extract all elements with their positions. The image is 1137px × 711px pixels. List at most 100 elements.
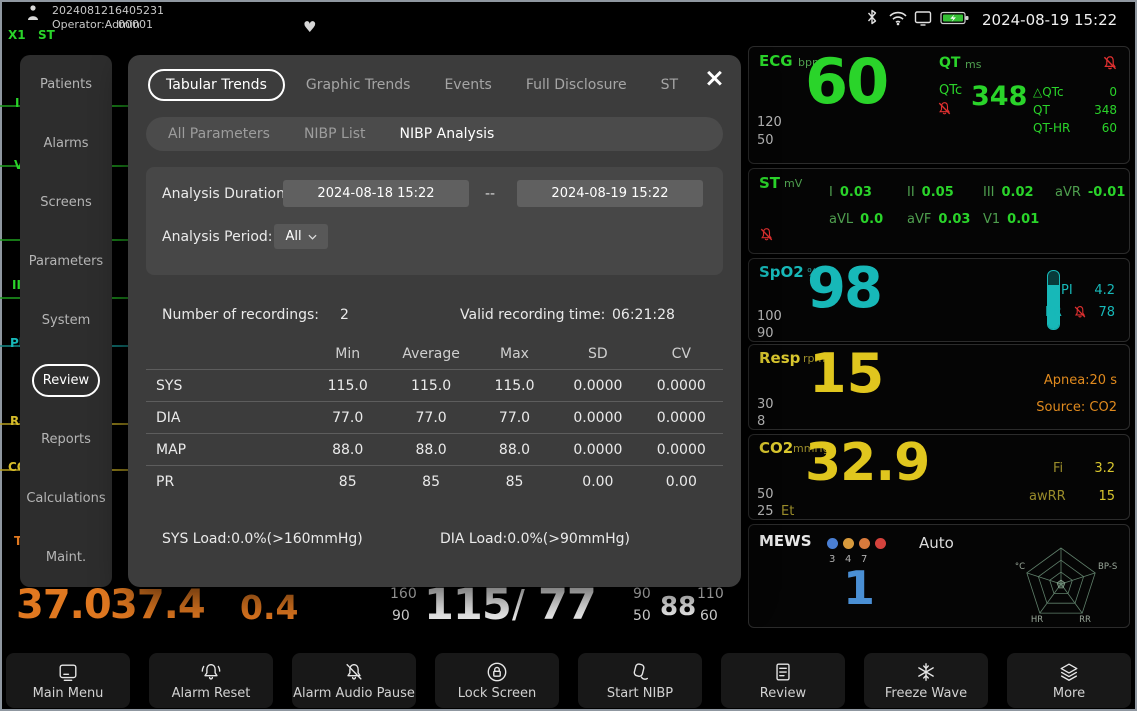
alarm-audio-pause-button[interactable]: Alarm Audio Pause <box>292 653 416 708</box>
spo2-tile[interactable]: SpO2 % 98 100 90 PI 4.2 PR 78 <box>748 258 1130 342</box>
fi-value: 3.2 <box>1094 461 1115 476</box>
nibp-sys-limit-low: 90 <box>392 608 410 624</box>
analysis-period-value: All <box>285 229 301 244</box>
ecg-tile[interactable]: ECG bpm 60 120 50 QT ms QTc 348 △QTc 0 Q… <box>748 46 1130 164</box>
more-icon <box>1058 660 1080 684</box>
main-menu-button[interactable]: Main Menu <box>6 653 130 708</box>
table-cell: 77.0 <box>306 410 389 426</box>
resp-value: 15 <box>809 347 884 401</box>
close-icon[interactable]: × <box>704 65 725 90</box>
wave-gain-label: X1 <box>8 28 26 42</box>
freeze-wave-button[interactable]: Freeze Wave <box>864 653 988 708</box>
analysis-period-label: Analysis Period: <box>162 229 273 245</box>
nibp-map-limit-low: 50 <box>633 608 651 624</box>
tab-st[interactable]: ST <box>648 70 689 100</box>
patient-id: 00001 <box>118 18 153 31</box>
st-alarm-off-icon <box>759 227 774 242</box>
recordings-value: 2 <box>340 307 349 323</box>
table-header-max: Max <box>473 346 556 362</box>
table-header-average: Average <box>389 346 472 362</box>
mews-label: MEWS <box>759 532 812 550</box>
nibp-subtab-bar: All Parameters NIBP List NIBP Analysis <box>146 117 723 151</box>
st-lead: aVL0.0 <box>829 212 883 227</box>
subtab-nibp-list[interactable]: NIBP List <box>304 126 366 142</box>
mews-mode: Auto <box>919 534 954 552</box>
temp1-value: 37.0 <box>16 582 111 628</box>
table-row-map: MAP 88.0 88.0 88.0 0.0000 0.0000 <box>146 434 723 466</box>
review-icon <box>772 660 794 684</box>
resp-limit-high: 30 <box>757 397 774 412</box>
subtab-nibp-analysis[interactable]: NIBP Analysis <box>400 126 495 142</box>
analysis-period-dropdown[interactable]: All <box>274 224 328 249</box>
co2-label: CO2 <box>759 439 793 457</box>
co2-value: 32.9 <box>805 437 929 489</box>
sidebar-item-patients[interactable]: Patients <box>20 55 112 114</box>
ecg-label: ECG <box>759 52 793 70</box>
tab-graphic-trends[interactable]: Graphic Trends <box>293 70 424 100</box>
battery-icon <box>940 10 970 30</box>
table-header-min: Min <box>306 346 389 362</box>
mews-dot-blue <box>827 538 838 549</box>
start-nibp-button[interactable]: Start NIBP <box>578 653 702 708</box>
analysis-end-time-button[interactable]: 2024-08-19 15:22 <box>517 180 703 207</box>
awrr-row: awRR 15 <box>1029 489 1115 504</box>
table-cell: 0.0000 <box>640 378 723 394</box>
tab-full-disclosure[interactable]: Full Disclosure <box>513 70 640 100</box>
sidebar-item-screens[interactable]: Screens <box>20 173 112 232</box>
st-tile[interactable]: ST mV I0.03 II0.05 III0.02 aVR-0.01 aVL0… <box>748 168 1130 254</box>
qt-label: QT <box>939 55 960 71</box>
ecg-limit-low: 50 <box>757 133 774 148</box>
pr-alarm-off-icon <box>1073 305 1088 320</box>
spo2-limit-low: 90 <box>757 326 774 341</box>
alarm-reset-button[interactable]: Alarm Reset <box>149 653 273 708</box>
wave-label-lead-i: I <box>15 96 19 110</box>
recordings-label: Number of recordings: <box>162 307 319 323</box>
sidebar-item-parameters[interactable]: Parameters <box>20 232 112 291</box>
table-row-sys: SYS 115.0 115.0 115.0 0.0000 0.0000 <box>146 370 723 402</box>
qt-row: QT 348 <box>1033 103 1117 117</box>
tab-tabular-trends[interactable]: Tabular Trends <box>148 69 285 101</box>
sidebar-item-calculations[interactable]: Calculations <box>20 469 112 528</box>
table-cell: 115.0 <box>306 378 389 394</box>
sidebar-item-review[interactable]: Review <box>20 351 112 410</box>
table-cell: 0.0000 <box>640 442 723 458</box>
qt-row-value: 348 <box>1094 103 1117 117</box>
tab-events[interactable]: Events <box>431 70 504 100</box>
mews-score-1: 3 <box>829 554 835 565</box>
mews-tile[interactable]: MEWS 3 4 7 Auto 1 °C BP-S HR RR <box>748 524 1130 628</box>
co2-et-label: Et <box>781 504 794 519</box>
nibp-map-limit-high: 90 <box>633 586 651 602</box>
review-button[interactable]: Review <box>721 653 845 708</box>
more-button[interactable]: More <box>1007 653 1131 708</box>
delta-qtc-label: △QTc <box>1033 85 1064 99</box>
wifi-icon <box>888 10 908 30</box>
freeze-wave-icon <box>915 660 937 684</box>
qt-hr-label: QT-HR <box>1033 121 1070 135</box>
resp-tile[interactable]: Resp rpm 15 30 8 Apnea:20 s Source: CO2 <box>748 344 1130 430</box>
st-label: ST <box>759 174 780 192</box>
table-cell: 85 <box>306 474 389 490</box>
lock-screen-button[interactable]: Lock Screen <box>435 653 559 708</box>
table-cell: 88.0 <box>389 442 472 458</box>
sidebar-item-system[interactable]: System <box>20 291 112 350</box>
st-lead: III0.02 <box>983 185 1034 200</box>
table-cell: 0.0000 <box>640 410 723 426</box>
sidebar-item-reports[interactable]: Reports <box>20 410 112 469</box>
st-lead: aVF0.03 <box>907 212 970 227</box>
temp2-value: 37.4 <box>110 582 205 628</box>
subtab-all-parameters[interactable]: All Parameters <box>168 126 270 142</box>
apnea-setting: Apnea:20 s <box>1044 373 1117 388</box>
delta-qtc-value: 0 <box>1109 85 1117 99</box>
co2-tile[interactable]: CO2 mmHg 32.9 50 25 Et Fi 3.2 awRR 15 <box>748 434 1130 520</box>
mews-radar-chart: °C BP-S HR RR <box>995 537 1125 625</box>
sidebar-item-alarms[interactable]: Alarms <box>20 114 112 173</box>
nibp-pr-value: 88 <box>660 592 696 622</box>
pr-label: PR <box>1045 305 1062 320</box>
analysis-start-time-button[interactable]: 2024-08-18 15:22 <box>283 180 469 207</box>
resp-label: Resp <box>759 349 800 367</box>
co2-limit-high: 50 <box>757 487 774 502</box>
resp-source: Source: CO2 <box>1036 400 1117 415</box>
sidebar-item-maint[interactable]: Maint. <box>20 528 112 587</box>
st-lead: I0.03 <box>829 185 872 200</box>
table-cell: 115.0 <box>389 378 472 394</box>
